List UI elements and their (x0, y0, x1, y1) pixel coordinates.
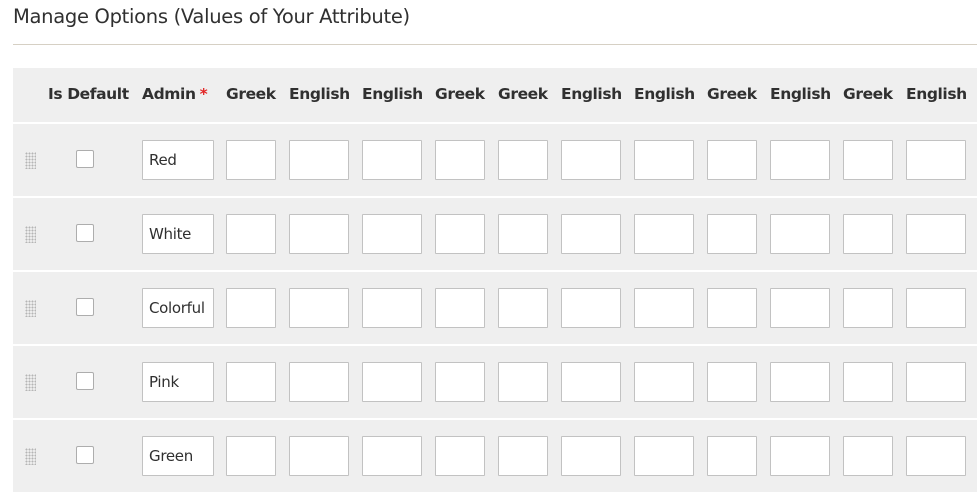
store-value-input[interactable] (289, 362, 349, 402)
store-value-input[interactable] (906, 436, 966, 476)
header-store: English (289, 85, 350, 103)
store-value-input[interactable] (634, 436, 694, 476)
store-value-input[interactable] (770, 214, 830, 254)
store-value-input[interactable] (498, 140, 548, 180)
store-value-input[interactable] (435, 436, 485, 476)
store-value-input[interactable] (906, 140, 966, 180)
store-value-input[interactable] (435, 140, 485, 180)
store-value-input[interactable] (707, 140, 757, 180)
store-value-input[interactable] (226, 362, 276, 402)
admin-value-input[interactable] (142, 214, 214, 254)
table-row (13, 124, 977, 198)
header-store: Greek (707, 85, 757, 103)
header-admin: Admin * (142, 85, 208, 103)
store-value-input[interactable] (707, 362, 757, 402)
header-store: Greek (226, 85, 276, 103)
is-default-checkbox[interactable] (76, 150, 94, 168)
store-value-input[interactable] (843, 436, 893, 476)
store-value-input[interactable] (707, 214, 757, 254)
table-row (13, 420, 977, 494)
drag-handle-icon[interactable] (25, 152, 36, 169)
header-admin-label: Admin (142, 85, 196, 103)
table-header: Is Default Admin * Greek English English … (13, 68, 977, 124)
store-value-input[interactable] (362, 214, 422, 254)
store-value-input[interactable] (226, 436, 276, 476)
store-value-input[interactable] (435, 214, 485, 254)
store-value-input[interactable] (906, 288, 966, 328)
header-store: Greek (435, 85, 485, 103)
drag-handle-icon[interactable] (25, 448, 36, 465)
store-value-input[interactable] (362, 288, 422, 328)
store-value-input[interactable] (561, 140, 621, 180)
header-store: English (634, 85, 695, 103)
is-default-checkbox[interactable] (76, 372, 94, 390)
store-value-input[interactable] (707, 436, 757, 476)
store-value-input[interactable] (226, 214, 276, 254)
store-value-input[interactable] (289, 140, 349, 180)
drag-handle-icon[interactable] (25, 374, 36, 391)
admin-value-input[interactable] (142, 436, 214, 476)
store-value-input[interactable] (770, 140, 830, 180)
table-row (13, 198, 977, 272)
table-row (13, 272, 977, 346)
store-value-input[interactable] (498, 288, 548, 328)
section-title: Manage Options (Values of Your Attribute… (13, 5, 410, 28)
store-value-input[interactable] (289, 436, 349, 476)
store-value-input[interactable] (498, 362, 548, 402)
is-default-checkbox[interactable] (76, 446, 94, 464)
header-store: English (770, 85, 831, 103)
store-value-input[interactable] (634, 288, 694, 328)
store-value-input[interactable] (770, 362, 830, 402)
header-store: English (906, 85, 967, 103)
store-value-input[interactable] (561, 214, 621, 254)
header-store: Greek (498, 85, 548, 103)
table-row (13, 346, 977, 420)
store-value-input[interactable] (634, 140, 694, 180)
admin-value-input[interactable] (142, 288, 214, 328)
header-is-default: Is Default (48, 85, 129, 103)
store-value-input[interactable] (362, 362, 422, 402)
header-store: English (561, 85, 622, 103)
store-value-input[interactable] (634, 362, 694, 402)
store-value-input[interactable] (498, 436, 548, 476)
header-store: Greek (843, 85, 893, 103)
store-value-input[interactable] (226, 288, 276, 328)
store-value-input[interactable] (707, 288, 757, 328)
title-divider (13, 44, 977, 45)
store-value-input[interactable] (843, 362, 893, 402)
store-value-input[interactable] (289, 214, 349, 254)
store-value-input[interactable] (906, 362, 966, 402)
drag-handle-icon[interactable] (25, 300, 36, 317)
store-value-input[interactable] (770, 288, 830, 328)
required-asterisk-icon: * (199, 85, 208, 103)
store-value-input[interactable] (561, 436, 621, 476)
header-store: English (362, 85, 423, 103)
store-value-input[interactable] (843, 140, 893, 180)
admin-value-input[interactable] (142, 362, 214, 402)
is-default-checkbox[interactable] (76, 224, 94, 242)
store-value-input[interactable] (843, 214, 893, 254)
is-default-checkbox[interactable] (76, 298, 94, 316)
store-value-input[interactable] (906, 214, 966, 254)
store-value-input[interactable] (843, 288, 893, 328)
store-value-input[interactable] (289, 288, 349, 328)
store-value-input[interactable] (226, 140, 276, 180)
store-value-input[interactable] (561, 288, 621, 328)
store-value-input[interactable] (634, 214, 694, 254)
store-value-input[interactable] (561, 362, 621, 402)
admin-value-input[interactable] (142, 140, 214, 180)
drag-handle-icon[interactable] (25, 226, 36, 243)
store-value-input[interactable] (362, 436, 422, 476)
store-value-input[interactable] (362, 140, 422, 180)
store-value-input[interactable] (435, 288, 485, 328)
store-value-input[interactable] (435, 362, 485, 402)
store-value-input[interactable] (498, 214, 548, 254)
store-value-input[interactable] (770, 436, 830, 476)
